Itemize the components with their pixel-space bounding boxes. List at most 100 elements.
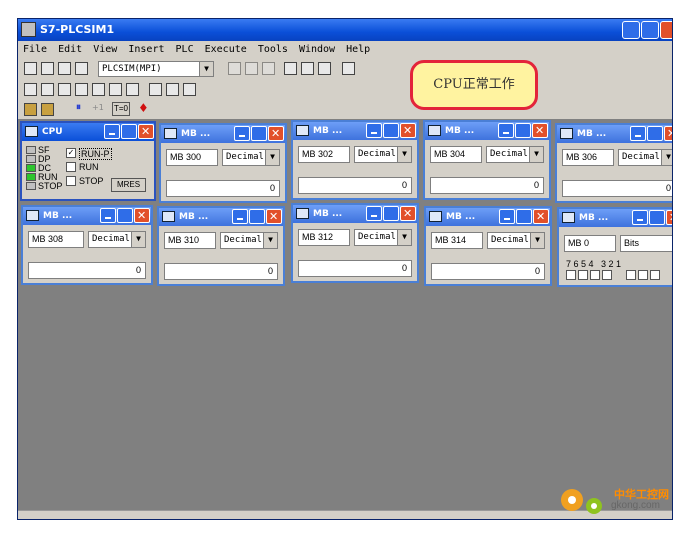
- insert-output-icon[interactable]: [41, 83, 54, 96]
- menu-tools[interactable]: Tools: [258, 41, 288, 59]
- format-select[interactable]: Bits: [620, 235, 672, 252]
- insert-counter-icon[interactable]: [92, 83, 105, 96]
- close-button[interactable]: [400, 122, 416, 140]
- maximize-button[interactable]: [251, 126, 267, 141]
- maximize-button[interactable]: [249, 209, 265, 224]
- mres-button[interactable]: MRES: [111, 178, 146, 192]
- menu-execute[interactable]: Execute: [205, 41, 247, 59]
- bit-3-checkbox[interactable]: [626, 270, 636, 280]
- maximize-button[interactable]: [641, 21, 659, 39]
- pin-icon[interactable]: [318, 62, 331, 75]
- cpu-close-button[interactable]: [138, 123, 154, 141]
- address-input[interactable]: MB 310: [164, 232, 216, 249]
- address-input[interactable]: MB 300: [166, 149, 218, 166]
- value-input[interactable]: 0: [431, 263, 545, 280]
- address-input[interactable]: MB 314: [431, 232, 483, 249]
- print-icon[interactable]: [75, 62, 88, 75]
- value-input[interactable]: 0: [166, 180, 280, 197]
- insert-accumulator-icon[interactable]: [166, 83, 179, 96]
- menu-window[interactable]: Window: [299, 41, 335, 59]
- open-icon[interactable]: [41, 62, 54, 75]
- breakpoint-icon[interactable]: ♦: [138, 101, 149, 115]
- maximize-button[interactable]: [383, 123, 399, 138]
- bit-7-checkbox[interactable]: [566, 270, 576, 280]
- value-input[interactable]: 0: [298, 260, 412, 277]
- address-input[interactable]: MB 312: [298, 229, 350, 246]
- minimize-button[interactable]: [366, 206, 382, 221]
- maximize-button[interactable]: [515, 123, 531, 138]
- address-input[interactable]: MB 304: [430, 146, 482, 163]
- network-icon[interactable]: [284, 62, 297, 75]
- close-button[interactable]: [660, 21, 672, 39]
- menu-file[interactable]: File: [23, 41, 47, 59]
- format-select[interactable]: Decimal ▼: [88, 231, 146, 248]
- menu-help[interactable]: Help: [346, 41, 370, 59]
- close-button[interactable]: [664, 125, 672, 143]
- run-p-checkbox[interactable]: ✓: [66, 148, 76, 158]
- cpu-minimize-button[interactable]: [104, 124, 120, 139]
- insert-generic-icon[interactable]: [109, 83, 122, 96]
- pause-icon[interactable]: ⏸: [76, 102, 81, 113]
- maximize-button[interactable]: [649, 210, 665, 225]
- help-icon[interactable]: [342, 62, 355, 75]
- address-input[interactable]: MB 306: [562, 149, 614, 166]
- format-select[interactable]: Decimal ▼: [618, 149, 672, 166]
- minimize-button[interactable]: [234, 126, 250, 141]
- bit-6-checkbox[interactable]: [578, 270, 588, 280]
- close-button[interactable]: [532, 122, 548, 140]
- run-checkbox[interactable]: [66, 162, 76, 172]
- close-button[interactable]: [134, 207, 150, 225]
- minimize-button[interactable]: [366, 123, 382, 138]
- format-select[interactable]: Decimal ▼: [354, 229, 412, 246]
- minimize-button[interactable]: [100, 208, 116, 223]
- format-select[interactable]: Decimal ▼: [220, 232, 278, 249]
- menu-insert[interactable]: Insert: [128, 41, 164, 59]
- insert-stack-icon[interactable]: [149, 83, 162, 96]
- reset-timers-button[interactable]: T=0: [112, 102, 130, 116]
- minimize-button[interactable]: [499, 209, 515, 224]
- copy-icon[interactable]: [245, 62, 258, 75]
- maximize-button[interactable]: [516, 209, 532, 224]
- minimize-button[interactable]: [232, 209, 248, 224]
- maximize-button[interactable]: [647, 126, 663, 141]
- bit-4-checkbox[interactable]: [602, 270, 612, 280]
- connection-select[interactable]: PLCSIM(MPI) ▼: [98, 61, 214, 77]
- format-select[interactable]: Decimal ▼: [486, 146, 544, 163]
- bit-2-checkbox[interactable]: [638, 270, 648, 280]
- paste-icon[interactable]: [262, 62, 275, 75]
- format-select[interactable]: Decimal ▼: [222, 149, 280, 166]
- minimize-button[interactable]: [622, 21, 640, 39]
- value-input[interactable]: 0: [298, 177, 412, 194]
- value-input[interactable]: 0: [430, 177, 544, 194]
- minimize-button[interactable]: [498, 123, 514, 138]
- close-button[interactable]: [666, 209, 672, 227]
- format-select[interactable]: Decimal ▼: [354, 146, 412, 163]
- next-scan-icon[interactable]: +1: [92, 103, 104, 112]
- run-mode-icon[interactable]: [24, 103, 37, 116]
- bit-1-checkbox[interactable]: [650, 270, 660, 280]
- close-button[interactable]: [268, 125, 284, 143]
- value-input[interactable]: 0: [562, 180, 672, 197]
- value-input[interactable]: 0: [164, 263, 278, 280]
- cpu-maximize-button[interactable]: [121, 124, 137, 139]
- close-button[interactable]: [266, 208, 282, 226]
- close-button[interactable]: [533, 208, 549, 226]
- menu-plc[interactable]: PLC: [176, 41, 194, 59]
- format-select[interactable]: Decimal ▼: [487, 232, 545, 249]
- scan-mode-icon[interactable]: [41, 103, 54, 116]
- insert-input-icon[interactable]: [24, 83, 37, 96]
- maximize-button[interactable]: [117, 208, 133, 223]
- insert-bit-memory-icon[interactable]: [58, 83, 71, 96]
- insert-timer-icon[interactable]: [75, 83, 88, 96]
- menu-view[interactable]: View: [93, 41, 117, 59]
- maximize-button[interactable]: [383, 206, 399, 221]
- menu-edit[interactable]: Edit: [58, 41, 82, 59]
- bit-5-checkbox[interactable]: [590, 270, 600, 280]
- insert-block-register-icon[interactable]: [183, 83, 196, 96]
- stop-checkbox[interactable]: [66, 176, 76, 186]
- cut-icon[interactable]: [228, 62, 241, 75]
- address-input[interactable]: MB 0: [564, 235, 616, 252]
- save-icon[interactable]: [58, 62, 71, 75]
- close-button[interactable]: [400, 205, 416, 223]
- new-icon[interactable]: [24, 62, 37, 75]
